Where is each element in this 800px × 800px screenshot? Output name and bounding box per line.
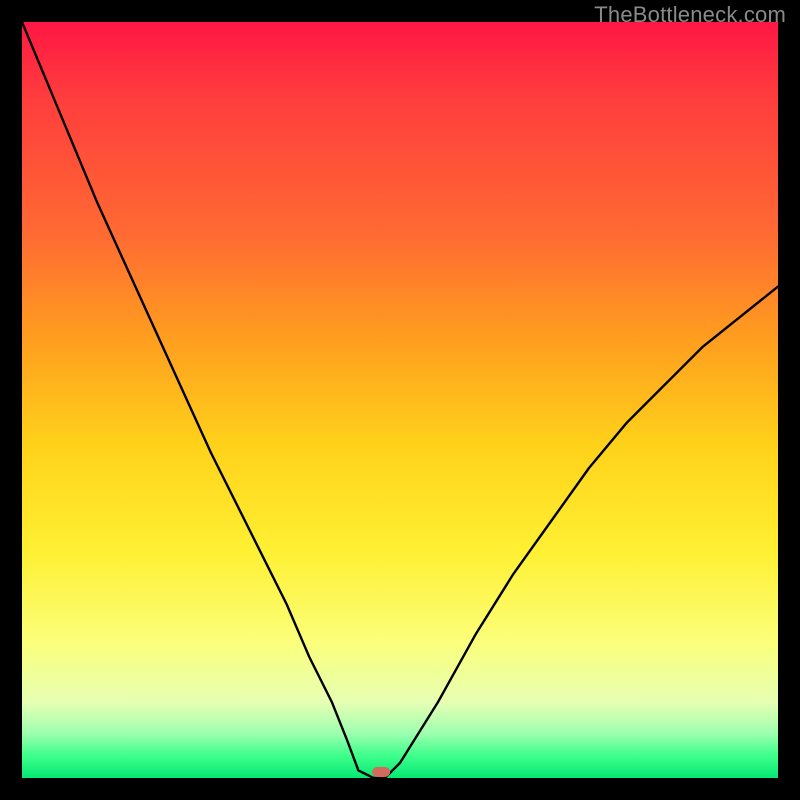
watermark-text: TheBottleneck.com bbox=[594, 2, 786, 28]
chart-frame: TheBottleneck.com bbox=[0, 0, 800, 800]
chart-gradient-background bbox=[22, 22, 778, 778]
